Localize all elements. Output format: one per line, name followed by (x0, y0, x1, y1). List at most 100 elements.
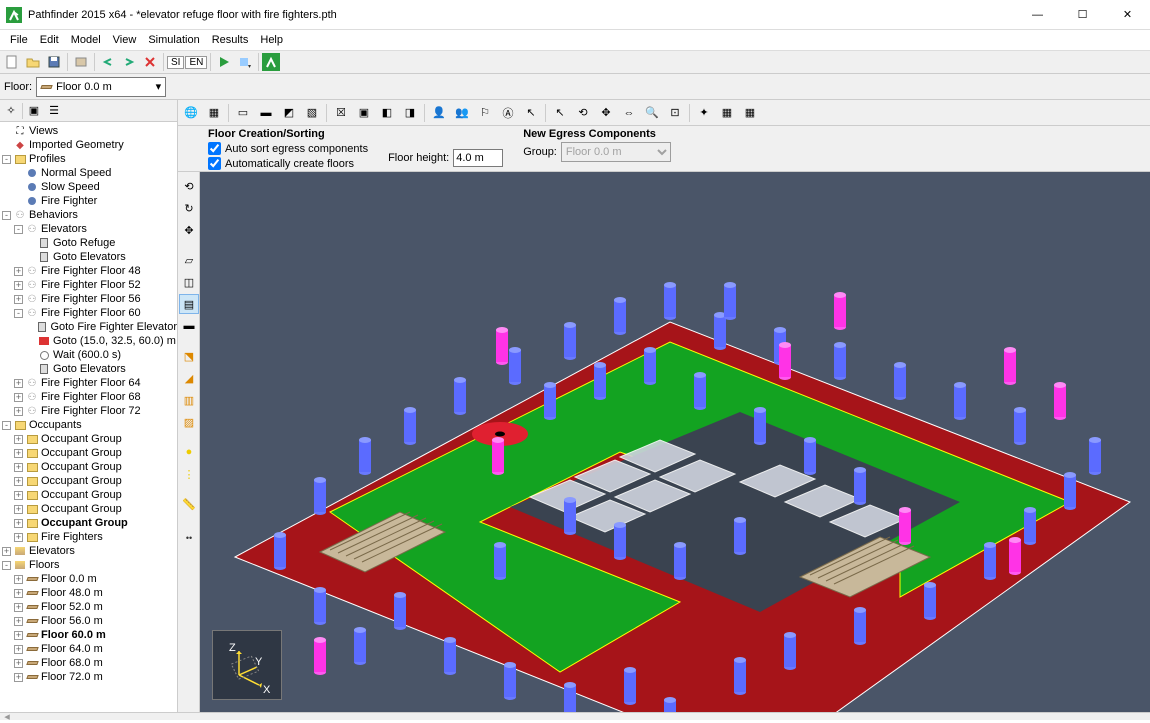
axis-widget[interactable]: X Y Z (212, 630, 282, 700)
tree-node[interactable]: +Occupant Group (2, 446, 177, 460)
menu-simulation[interactable]: Simulation (142, 32, 205, 48)
show-labels-icon[interactable]: Ⓐ (497, 102, 519, 124)
move-icon[interactable]: ✥ (179, 220, 199, 240)
maximize-button[interactable]: ☐ (1060, 0, 1105, 30)
room-tool-icon[interactable]: ▱ (179, 250, 199, 270)
tree-node[interactable]: Goto Refuge (2, 236, 177, 250)
cut-button[interactable] (140, 52, 160, 72)
auto-sort-checkbox[interactable] (208, 142, 221, 155)
viewport-3d[interactable]: X Y Z (200, 172, 1150, 712)
tree-node[interactable]: +Elevators (2, 544, 177, 558)
zoom-fit-icon[interactable]: ⊡ (664, 102, 686, 124)
tree-node[interactable]: +Occupant Group (2, 488, 177, 502)
select-icon[interactable]: ↖ (549, 102, 571, 124)
tree-node[interactable]: Fire Fighter (2, 194, 177, 208)
expand-all-icon[interactable]: ☰ (45, 102, 63, 120)
save-button[interactable] (44, 52, 64, 72)
close-button[interactable]: ✕ (1105, 0, 1150, 30)
options-icon[interactable]: •• (179, 528, 199, 548)
sel-occupants-icon[interactable]: ☒ (330, 102, 352, 124)
tree-node[interactable]: +Floor 0.0 m (2, 572, 177, 586)
tree-node[interactable]: -Profiles (2, 152, 177, 166)
tree-node[interactable]: +⚇Fire Fighter Floor 72 (2, 404, 177, 418)
menu-file[interactable]: File (4, 32, 34, 48)
tree[interactable]: ⛶Views◆Imported Geometry-ProfilesNormal … (0, 122, 177, 712)
tree-node[interactable]: +Floor 52.0 m (2, 600, 177, 614)
pointer-icon[interactable]: ↖ (520, 102, 542, 124)
menu-view[interactable]: View (107, 32, 143, 48)
tree-node[interactable]: +Occupant Group (2, 432, 177, 446)
menu-edit[interactable]: Edit (34, 32, 65, 48)
wall-tool-icon[interactable]: ◫ (179, 272, 199, 292)
free-rotate-icon[interactable]: ⟲ (179, 176, 199, 196)
open-button[interactable] (23, 52, 43, 72)
grid-icon[interactable]: ▦ (716, 102, 738, 124)
tree-node[interactable]: ⛶Views (2, 124, 177, 138)
scroll-left-icon[interactable]: ◂ (0, 710, 14, 723)
textured-icon[interactable]: ▧ (301, 102, 323, 124)
auto-create-checkbox[interactable] (208, 157, 221, 170)
sel-rooms-icon[interactable]: ▣ (353, 102, 375, 124)
measure-icon[interactable]: 📏 (179, 494, 199, 514)
tree-node[interactable]: ◆Imported Geometry (2, 138, 177, 152)
new-button[interactable] (2, 52, 22, 72)
tree-node[interactable]: +Occupant Group (2, 474, 177, 488)
tree-node[interactable]: Goto Elevators (2, 362, 177, 376)
sel-doors-icon[interactable]: ◧ (376, 102, 398, 124)
view3d-icon[interactable]: 🌐 (180, 102, 202, 124)
tree-node[interactable]: +⚇Fire Fighter Floor 68 (2, 390, 177, 404)
tree-node[interactable]: Normal Speed (2, 166, 177, 180)
floor-tool-icon[interactable]: ▤ (179, 294, 199, 314)
tree-node[interactable]: +Fire Fighters (2, 530, 177, 544)
tree-node[interactable]: -⚇Elevators (2, 222, 177, 236)
snap-icon[interactable]: ✦ (693, 102, 715, 124)
tree-node[interactable]: Slow Speed (2, 180, 177, 194)
filter-icon[interactable]: ✧ (2, 102, 20, 120)
tree-node[interactable]: +Occupant Group (2, 516, 177, 530)
group-select[interactable]: Floor 0.0 m (561, 142, 671, 162)
tree-node[interactable]: Goto Elevators (2, 250, 177, 264)
si-units-button[interactable]: SI (167, 56, 184, 69)
tree-node[interactable]: Wait (600.0 s) (2, 348, 177, 362)
run-button[interactable] (214, 52, 234, 72)
tree-node[interactable]: Goto (15.0, 32.5, 60.0) m (2, 334, 177, 348)
menu-help[interactable]: Help (254, 32, 289, 48)
tree-node[interactable]: +⚇Fire Fighter Floor 52 (2, 278, 177, 292)
escalator-tool-icon[interactable]: ▨ (179, 412, 199, 432)
tree-node[interactable]: +Floor 48.0 m (2, 586, 177, 600)
tree-node[interactable]: +Floor 56.0 m (2, 614, 177, 628)
tree-node[interactable]: -Floors (2, 558, 177, 572)
stair-tool-icon[interactable]: ⬔ (179, 346, 199, 366)
tree-node[interactable]: -⚇Fire Fighter Floor 60 (2, 306, 177, 320)
floor-select[interactable]: Floor 0.0 m ▾ (36, 77, 166, 97)
tree-node[interactable]: +⚇Fire Fighter Floor 64 (2, 376, 177, 390)
floor-height-input[interactable] (453, 149, 503, 167)
wireframe-icon[interactable]: ▭ (232, 102, 254, 124)
tree-node[interactable]: +Floor 72.0 m (2, 670, 177, 684)
show-behaviors-icon[interactable]: ⚐ (474, 102, 496, 124)
minimize-button[interactable]: — (1015, 0, 1060, 30)
solid-icon[interactable]: ▬ (255, 102, 277, 124)
tree-node[interactable]: -⚇Behaviors (2, 208, 177, 222)
tree-node[interactable]: +Occupant Group (2, 502, 177, 516)
menu-results[interactable]: Results (206, 32, 255, 48)
tree-node[interactable]: +Floor 60.0 m (2, 628, 177, 642)
en-units-button[interactable]: EN (185, 56, 207, 69)
tree-node[interactable]: Goto Fire Fighter Elevator (2, 320, 177, 334)
results-dropdown[interactable] (235, 52, 255, 72)
results-viewer-button[interactable] (262, 53, 280, 71)
redo-button[interactable] (119, 52, 139, 72)
ramp-tool-icon[interactable]: ◢ (179, 368, 199, 388)
tree-node[interactable]: +Occupant Group (2, 460, 177, 474)
tree-node[interactable]: +⚇Fire Fighter Floor 48 (2, 264, 177, 278)
zoom-icon[interactable]: 🔍 (641, 102, 663, 124)
pan-icon[interactable]: ✥ (595, 102, 617, 124)
rotate-axis-icon[interactable]: ↻ (179, 198, 199, 218)
tree-node[interactable]: +Floor 64.0 m (2, 642, 177, 656)
grid2-icon[interactable]: ▦ (739, 102, 761, 124)
walk-icon[interactable]: ⇔ (618, 102, 640, 124)
undo-button[interactable] (98, 52, 118, 72)
orbit-icon[interactable]: ⟲ (572, 102, 594, 124)
add-occupant-icon[interactable]: ● (179, 442, 199, 462)
add-occupants-icon[interactable]: ⋮ (179, 464, 199, 484)
